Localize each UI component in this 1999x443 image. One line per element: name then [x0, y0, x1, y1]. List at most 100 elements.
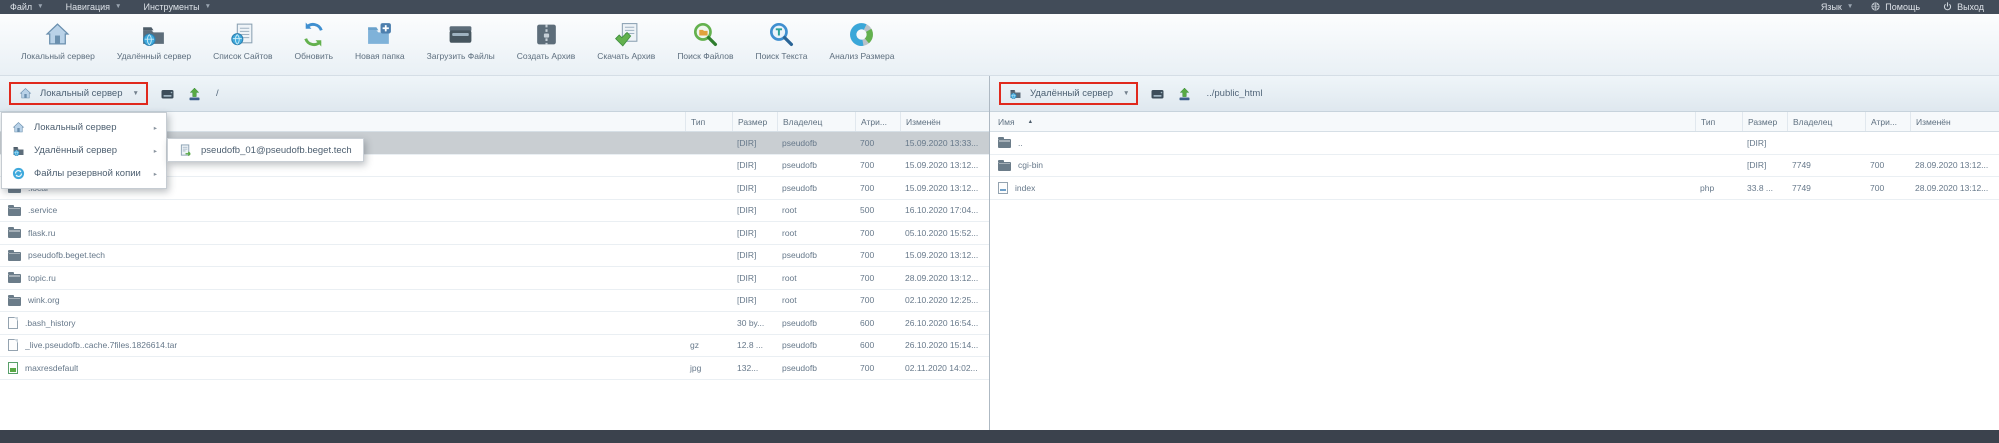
create-archive-icon — [533, 21, 560, 48]
help-icon — [1871, 2, 1880, 13]
toolbar-button[interactable]: Список Сайтов — [202, 19, 283, 63]
file-modified: 15.09.2020 13:12... — [900, 160, 989, 170]
chevron-down-icon: ▼ — [37, 4, 43, 11]
right-path: ../public_html — [1206, 88, 1262, 99]
toolbar-button[interactable]: Новая папка — [344, 19, 416, 63]
file-panels: Локальный сервер ▼ / Имя Тип Размер Влад… — [0, 76, 1999, 430]
dropdown-item-label: Файлы резервной копии — [34, 168, 141, 179]
toolbar-button[interactable]: Локальный сервер — [10, 19, 106, 63]
table-row[interactable]: .bash_history 30 by... pseudofb 600 26.1… — [0, 312, 989, 335]
left-col-type[interactable]: Тип — [685, 112, 732, 131]
left-col-modified[interactable]: Изменён — [900, 112, 989, 131]
right-col-type[interactable]: Тип — [1695, 112, 1742, 131]
file-name: .service — [28, 205, 57, 215]
dropdown-menu-item[interactable]: Локальный сервер ▸ — [2, 116, 166, 139]
drive-icon[interactable] — [1150, 87, 1165, 101]
go-root-icon[interactable] — [187, 87, 202, 101]
right-col-size[interactable]: Размер — [1742, 112, 1787, 131]
toolbar-button-label: Локальный сервер — [21, 51, 95, 61]
table-row[interactable]: pseudofb.beget.tech [DIR] pseudofb 700 1… — [0, 245, 989, 268]
toolbar-button-label: Скачать Архив — [597, 51, 655, 61]
left-col-size[interactable]: Размер — [732, 112, 777, 131]
table-row[interactable]: .service [DIR] root 500 16.10.2020 17:04… — [0, 200, 989, 223]
menu-item[interactable]: Инструменты ▼ — [143, 2, 211, 12]
go-root-icon[interactable] — [1177, 87, 1192, 101]
new-folder-icon — [366, 21, 393, 48]
file-modified: 26.10.2020 16:54... — [900, 318, 989, 328]
right-source-dropdown[interactable]: Удалённый сервер ▼ — [999, 82, 1138, 105]
toolbar-button[interactable]: Поиск Текста — [744, 19, 818, 63]
folder-icon — [998, 139, 1011, 148]
table-row[interactable]: .. [DIR] — [990, 132, 1999, 155]
file-owner: root — [777, 205, 855, 215]
menu-item[interactable]: Выход — [1943, 2, 1989, 13]
file-modified: 28.09.2020 13:12... — [1910, 160, 1999, 170]
table-row[interactable]: _live.pseudofb..cache.7files.1826614.tar… — [0, 335, 989, 358]
table-row[interactable]: wink.org [DIR] root 700 02.10.2020 12:25… — [0, 290, 989, 313]
file-owner: pseudofb — [777, 318, 855, 328]
toolbar-button-label: Анализ Размера — [829, 51, 894, 61]
file-modified: 26.10.2020 15:14... — [900, 340, 989, 350]
file-name: .bash_history — [25, 318, 76, 328]
menu-item[interactable]: Язык ▼ — [1821, 2, 1853, 12]
file-owner: pseudofb — [777, 183, 855, 193]
folder-icon — [8, 207, 21, 216]
menu-label: Файл — [10, 2, 32, 12]
left-source-dropdown[interactable]: Локальный сервер ▼ — [9, 82, 148, 105]
top-menu-right: Язык ▼ Помощь Выход — [1821, 2, 1989, 13]
download-archive-icon — [613, 21, 640, 48]
file-attrs: 700 — [855, 295, 900, 305]
right-col-owner[interactable]: Владелец — [1787, 112, 1865, 131]
power-icon — [1943, 2, 1952, 13]
file-modified: 15.09.2020 13:12... — [900, 183, 989, 193]
file-name: maxresdefault — [25, 363, 78, 373]
file-icon — [8, 339, 18, 351]
toolbar-button[interactable]: Создать Архив — [506, 19, 586, 63]
table-row[interactable]: topic.ru [DIR] root 700 28.09.2020 13:12… — [0, 267, 989, 290]
menu-label: Навигация — [66, 2, 110, 12]
toolbar-button[interactable]: Загрузить Файлы — [416, 19, 506, 63]
remote-server-icon — [11, 144, 26, 157]
toolbar-button[interactable]: Скачать Архив — [586, 19, 666, 63]
file-modified: 28.09.2020 13:12... — [1910, 183, 1999, 193]
menu-item[interactable]: Навигация ▼ — [66, 2, 122, 12]
toolbar-button[interactable]: Обновить — [284, 19, 345, 63]
table-row[interactable]: cgi-bin [DIR] 7749 700 28.09.2020 13:12.… — [990, 155, 1999, 178]
dropdown-menu-item[interactable]: Файлы резервной копии ▸ — [2, 162, 166, 185]
file-size: 132... — [732, 363, 777, 373]
upload-files-icon — [447, 21, 474, 48]
table-row[interactable]: maxresdefault jpg 132... pseudofb 700 02… — [0, 357, 989, 380]
file-icon — [8, 317, 18, 329]
file-owner: pseudofb — [777, 138, 855, 148]
menu-label: Помощь — [1885, 2, 1920, 12]
file-type: php — [1695, 183, 1742, 193]
file-size: [DIR] — [732, 273, 777, 283]
left-col-owner[interactable]: Владелец — [777, 112, 855, 131]
dropdown-submenu-item[interactable]: pseudofb_01@pseudofb.beget.tech — [167, 138, 364, 162]
right-source-label: Удалённый сервер — [1030, 88, 1113, 99]
right-col-modified[interactable]: Изменён — [1910, 112, 1999, 131]
left-path: / — [216, 88, 219, 99]
site-list-icon — [229, 21, 256, 48]
file-name: flask.ru — [28, 228, 55, 238]
toolbar-button[interactable]: Поиск Файлов — [666, 19, 744, 63]
file-name: pseudofb.beget.tech — [28, 250, 105, 260]
dropdown-menu-item[interactable]: Удалённый сервер ▸ — [2, 139, 166, 162]
file-modified: 05.10.2020 15:52... — [900, 228, 989, 238]
menu-item[interactable]: Помощь — [1871, 2, 1925, 13]
toolbar-button[interactable]: Удалённый сервер — [106, 19, 202, 63]
search-files-icon — [692, 21, 719, 48]
menu-item[interactable]: Файл ▼ — [10, 2, 44, 12]
left-source-label: Локальный сервер — [40, 88, 123, 99]
file-size: [DIR] — [732, 250, 777, 260]
table-row[interactable]: index php 33.8 ... 7749 700 28.09.2020 1… — [990, 177, 1999, 200]
right-col-attrs[interactable]: Атри... — [1865, 112, 1910, 131]
left-col-attrs[interactable]: Атри... — [855, 112, 900, 131]
drive-icon[interactable] — [160, 87, 175, 101]
submenu-item-label: pseudofb_01@pseudofb.beget.tech — [201, 145, 352, 156]
file-size: [DIR] — [732, 228, 777, 238]
toolbar-button[interactable]: Анализ Размера — [818, 19, 905, 63]
file-owner: 7749 — [1787, 160, 1865, 170]
table-row[interactable]: flask.ru [DIR] root 700 05.10.2020 15:52… — [0, 222, 989, 245]
right-col-name[interactable]: Имя ▲ — [990, 112, 1695, 131]
